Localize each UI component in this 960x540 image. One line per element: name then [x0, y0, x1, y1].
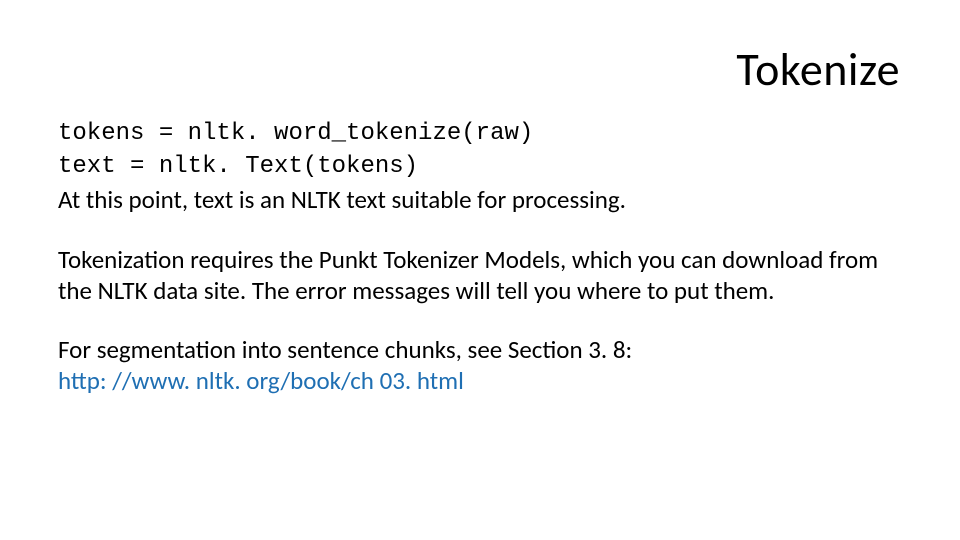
code-line-1: tokens = nltk. word_tokenize(raw)	[58, 118, 900, 149]
paragraph-3: For segmentation into sentence chunks, s…	[58, 334, 900, 365]
slide: Tokenize tokens = nltk. word_tokenize(ra…	[0, 0, 960, 540]
paragraph-2: Tokenization requires the Punkt Tokenize…	[58, 244, 900, 307]
link-text: http: //www. nltk. org/book/ch 03. html	[58, 365, 900, 396]
slide-body: tokens = nltk. word_tokenize(raw) text =…	[58, 118, 900, 397]
code-line-2: text = nltk. Text(tokens)	[58, 151, 900, 182]
slide-title: Tokenize	[736, 42, 900, 98]
paragraph-1: At this point, text is an NLTK text suit…	[58, 184, 900, 215]
